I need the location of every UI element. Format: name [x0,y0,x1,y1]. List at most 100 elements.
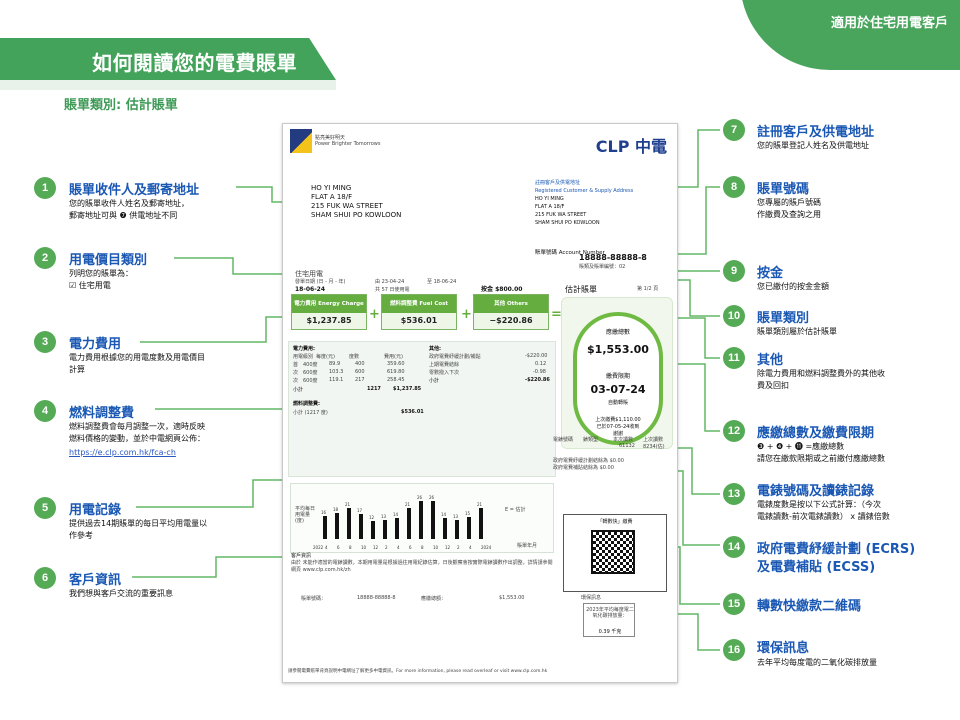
callout-number: 16 [723,639,745,661]
callout-number: 3 [34,331,56,353]
due-date: 03-07-24 [590,383,646,396]
others-charge-value: −$220.86 [489,316,533,325]
callout-number: 13 [723,483,745,505]
meter-label: 電錶號碼 [553,437,574,443]
usage-bar-value: 18 [333,507,339,512]
ecrs-balance: 政府電費紓緩計劃結餘為 $0.00 [553,458,624,464]
charge-details: 電力費用: 用電級別 每度(元) 度數 費用(元) 首 400度 89.9 40… [288,341,556,477]
callout-title: 客戶資訊 [69,573,122,588]
clp-tagline-icon [290,129,312,153]
period-from: 由 23-04-24 [375,279,405,285]
usage-bar-value: 21 [345,502,351,507]
usage-bar-value: 15 [465,511,471,516]
env-box: 2023年平均每度電二氧化碳排放量： 0.39 千克 [583,603,635,637]
bill-footer: 請參閱電費賬單背頁說明中電網址了解更多中電資訊。For more informa… [288,669,548,674]
bill-type-small: 賬類及賬單編號：02 [579,264,626,270]
usage-bar [443,518,447,539]
fuel-charge-box: 燃料調整費 Fuel Cost Adjustment $536.01 [381,294,457,330]
chart-axis-unit: 賬單年月 [517,543,538,549]
account-number: 18888-88888-8 [579,253,647,262]
leader-line-5 [136,479,300,508]
usage-bar-value: 26 [429,495,435,500]
callout-title: 電力費用 [69,337,122,352]
total-due-oval: 應繳總數 $1,553.00 繳費限期 03-07-24 自動轉賬 上次繳費$1… [573,312,663,445]
leader-line-3 [140,316,294,343]
callout-number: 11 [723,347,745,369]
usage-axis-label: 2024 [481,545,492,550]
usage-bar [479,508,483,539]
callout-title: 用電價目類別 [69,253,148,268]
energy-charge-box: 電力費用 Energy Charge $1,237.85 [291,294,367,330]
usage-axis-label: 6 [337,545,340,550]
env-label: 2023年平均每度電二氧化碳排放量： [586,607,634,619]
usage-bar-value: 13 [453,514,459,519]
callout-number: 10 [723,305,745,327]
fca-link[interactable]: https://e.clp.com.hk/fca-ch [69,448,176,457]
sample-bill: 點亮美好明天 Power Brighter Tomorrows CLP 中電 HO… [282,123,678,683]
fps-qr-code[interactable] [591,530,635,574]
period-days: 共 57 日使用電 [375,287,410,293]
usage-axis-label: 6 [409,545,412,550]
usage-bar-value: 13 [381,514,387,519]
meter-label: 錶類型 [583,437,599,443]
callout-number: 9 [723,260,745,282]
corner-badge [740,0,960,70]
usage-bar [455,520,459,539]
leader-line-6 [132,556,284,578]
callout-title: 燃料調整費 [69,406,135,421]
bill-date-label: 發單日期 (日 - 月 - 年) [295,279,346,285]
usage-bar [467,517,471,539]
usage-bar-value: 26 [417,495,423,500]
usage-bar [419,501,423,539]
clp-logo: CLP 中電 [595,137,667,156]
customer-info-title: 客戶資訊 [291,553,312,559]
callout-number: 4 [34,400,56,422]
period-to: 至 18-06-24 [427,279,457,285]
usage-history-chart: 平均每日用電量(度) E = 估計 賬單年月 16 18 21 17 12 13 14 21 2… [290,483,554,553]
callout-title: 電錶號碼及讀錶記錄 [757,484,875,499]
usage-bar-value: 21 [405,502,411,507]
usage-axis-label: 2 [457,545,460,550]
bill-tagline: 點亮美好明天 Power Brighter Tomorrows [315,135,381,147]
env-title: 環保訊息 [581,595,602,601]
usage-bar [395,518,399,539]
usage-axis-label: 8 [349,545,352,550]
callout-number: 12 [723,420,745,442]
stub-account-label: 賬單號碼： [301,596,327,602]
bill-date: 18-06-24 [295,286,326,293]
usage-axis-label: 4 [469,545,472,550]
fps-title: 「轉數快」繳費 [597,519,633,525]
usage-bar-value: 14 [441,512,447,517]
energy-charge-value: $1,237.85 [306,316,352,325]
meter-label: 本次讀數 [613,437,634,443]
fuel-charge-value: $536.01 [400,316,438,325]
env-value: 0.39 千克 [598,629,622,635]
usage-bar-value: 16 [321,510,327,515]
usage-axis-label: 8 [421,545,424,550]
callout-number: 5 [34,497,56,519]
usage-axis-label: 2 [385,545,388,550]
callout-number: 8 [723,176,745,198]
stub-amount-label: 應繳總額： [421,596,447,602]
plus-sign: + [461,307,472,322]
usage-bar [371,521,375,539]
usage-axis-label: 4 [397,545,400,550]
callout-title: 用電記錄 [69,503,122,518]
callout-title: 賬單號碼 [757,182,810,197]
usage-bar [323,516,327,539]
callout-title: 轉數快繳款二維碼 [757,599,862,614]
usage-axis-label: 12 [373,545,379,550]
usage-bar-value: 21 [477,502,483,507]
callout-title: 註冊客戶及供電地址 [757,125,875,140]
callout-title-line-2: 及電費補貼 (ECSS) [757,560,876,575]
bill-type-heading: 賬單類別: 估計賬單 [64,98,178,113]
usage-bar [431,501,435,539]
meter-label: 上次讀數 [643,437,664,443]
audience-badge: 適用於住宅用電客戶 [830,16,948,31]
callout-number: 2 [34,247,56,269]
deposit: 按金 $800.00 [481,286,523,293]
callout-number: 15 [723,593,745,615]
callout-title: 賬單類別 [757,311,810,326]
usage-bar-value: 14 [393,512,399,517]
page-title: 如何閱讀您的電費賬單 [92,51,297,75]
